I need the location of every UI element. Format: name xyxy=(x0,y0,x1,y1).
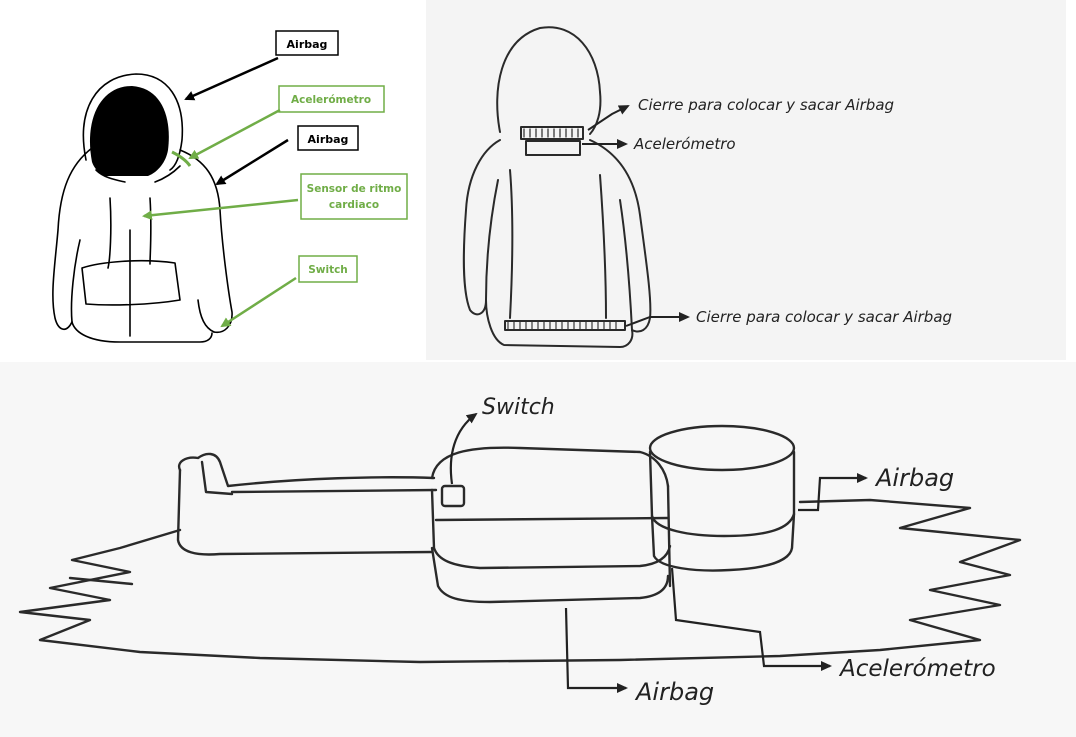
panel-sketch-back: Cierre para colocar y sacar Airbag Acele… xyxy=(426,0,1066,360)
label-accelerometer-back: Acelerómetro xyxy=(633,135,736,153)
diagram-canvas: Airbag Acelerómetro Airbag Sensor de rit… xyxy=(0,0,1076,737)
label-heart-sensor-line1: Sensor de ritmo xyxy=(307,183,402,195)
arrow-switch xyxy=(220,276,297,328)
arrow-airbag-top xyxy=(184,56,279,101)
label-accelerometer-text: Acelerómetro xyxy=(291,94,371,106)
label-zipper-bottom: Cierre para colocar y sacar Airbag xyxy=(696,308,952,326)
label-airbag-shoulder: Airbag xyxy=(297,125,359,151)
label-switch: Switch xyxy=(298,255,358,283)
sketch-paper-top xyxy=(426,0,1066,360)
label-switch-folded: Switch xyxy=(482,395,555,420)
panel-sketch-folded: Switch Airbag Acelerómetro Airbag xyxy=(0,362,1076,737)
label-accelerometer-folded: Acelerómetro xyxy=(838,656,996,682)
label-heart-sensor-line2: cardiaco xyxy=(329,199,379,211)
label-airbag-bottom: Airbag xyxy=(634,678,714,706)
label-zipper-top: Cierre para colocar y sacar Airbag xyxy=(638,96,894,114)
arrow-airbag-shoulder xyxy=(215,138,289,186)
label-airbag-shoulder-text: Airbag xyxy=(308,133,349,146)
label-airbag-top-text: Airbag xyxy=(287,38,328,51)
label-heart-sensor: Sensor de ritmo cardiaco xyxy=(300,173,408,220)
label-airbag-right: Airbag xyxy=(874,464,954,492)
label-airbag-top: Airbag xyxy=(275,30,339,56)
hood-opening xyxy=(89,86,169,176)
panel-digital-hoodie: Airbag Acelerómetro Airbag Sensor de rit… xyxy=(52,30,408,343)
label-switch-text: Switch xyxy=(308,264,348,276)
label-accelerometer: Acelerómetro xyxy=(278,85,385,113)
arrow-accelerometer xyxy=(188,108,281,160)
